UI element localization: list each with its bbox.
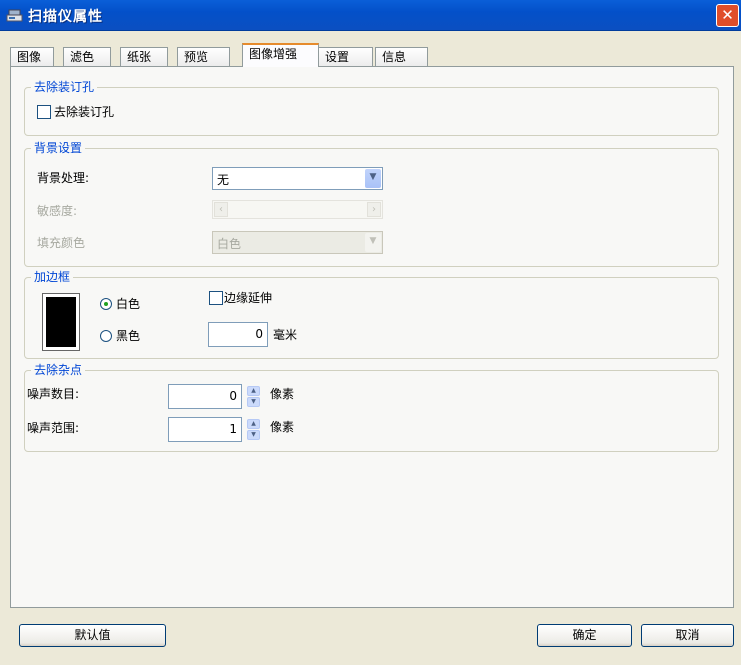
punch-hole-group: 去除装订孔 去除装订孔 — [24, 80, 719, 136]
chevron-down-icon[interactable]: ▼ — [365, 169, 381, 188]
tab-settings[interactable]: 设置 — [318, 47, 373, 66]
background-processing-select[interactable]: 无 ▼ — [212, 167, 383, 190]
border-black-label[interactable]: 黑色 — [116, 329, 140, 343]
chevron-down-icon[interactable]: ▼ — [365, 233, 381, 252]
border-width-unit: 毫米 — [273, 328, 298, 342]
edge-extend-label[interactable]: 边缘延伸 — [224, 291, 272, 305]
arrow-down-icon[interactable]: ▼ — [247, 430, 260, 440]
border-preview — [42, 293, 80, 351]
punch-hole-checkbox[interactable] — [37, 105, 51, 119]
tab-panel: 去除装订孔 去除装订孔 背景设置 背景处理: 无 ▼ 敏感度: ‹ › 填充颜色… — [10, 66, 734, 608]
scanner-icon — [6, 9, 23, 22]
arrow-up-icon[interactable]: ▲ — [247, 386, 260, 396]
despeckle-group: 去除杂点 噪声数目: 0 ▲ ▼ 像素 噪声范围: 1 ▲ ▼ 像素 — [24, 363, 719, 452]
noise-range-spinner[interactable]: ▲ ▼ — [247, 419, 260, 440]
arrow-up-icon[interactable]: ▲ — [247, 419, 260, 429]
tab-color-filter[interactable]: 滤色 — [63, 47, 111, 66]
fill-color-value: 白色 — [217, 237, 242, 251]
cancel-button[interactable]: 取消 — [641, 624, 734, 647]
noise-count-unit: 像素 — [270, 387, 295, 401]
chevron-left-icon[interactable]: ‹ — [214, 202, 228, 217]
sensitivity-label: 敏感度: — [37, 204, 78, 218]
noise-range-unit: 像素 — [270, 420, 295, 434]
background-legend: 背景设置 — [31, 141, 86, 155]
noise-range-input[interactable]: 1 — [168, 417, 242, 442]
despeckle-legend: 去除杂点 — [31, 363, 86, 377]
fill-color-select[interactable]: 白色 ▼ — [212, 231, 383, 254]
border-legend: 加边框 — [31, 270, 74, 284]
title-bar[interactable]: 扫描仪属性 ✕ — [0, 0, 741, 31]
tab-preview[interactable]: 预览 — [177, 47, 230, 66]
window-title: 扫描仪属性 — [28, 9, 103, 25]
tab-image[interactable]: 图像 — [10, 47, 54, 66]
arrow-down-icon[interactable]: ▼ — [247, 397, 260, 407]
border-white-radio[interactable] — [100, 298, 112, 310]
punch-hole-legend: 去除装订孔 — [31, 80, 98, 94]
border-white-label[interactable]: 白色 — [116, 297, 140, 311]
edge-extend-checkbox[interactable] — [209, 291, 223, 305]
default-button[interactable]: 默认值 — [19, 624, 166, 647]
tab-image-enhancement[interactable]: 图像增强 — [242, 43, 319, 67]
border-width-input[interactable]: 0 — [208, 322, 268, 347]
tab-info[interactable]: 信息 — [375, 47, 428, 66]
ok-button[interactable]: 确定 — [537, 624, 632, 647]
background-processing-value: 无 — [217, 173, 230, 187]
punch-hole-checkbox-label[interactable]: 去除装订孔 — [54, 105, 114, 119]
noise-count-input[interactable]: 0 — [168, 384, 242, 409]
noise-range-label: 噪声范围: — [27, 421, 80, 435]
background-group: 背景设置 背景处理: 无 ▼ 敏感度: ‹ › 填充颜色 白色 ▼ — [24, 141, 719, 267]
border-black-radio[interactable] — [100, 330, 112, 342]
noise-count-label: 噪声数目: — [27, 387, 80, 401]
close-icon[interactable]: ✕ — [716, 4, 739, 27]
noise-count-spinner[interactable]: ▲ ▼ — [247, 386, 260, 407]
tab-paper[interactable]: 纸张 — [120, 47, 168, 66]
background-processing-label: 背景处理: — [37, 171, 90, 185]
border-group: 加边框 白色 黑色 边缘延伸 0 毫米 — [24, 270, 719, 359]
fill-color-label: 填充颜色 — [37, 236, 86, 250]
chevron-right-icon[interactable]: › — [367, 202, 381, 217]
sensitivity-slider[interactable]: ‹ › — [212, 200, 383, 219]
